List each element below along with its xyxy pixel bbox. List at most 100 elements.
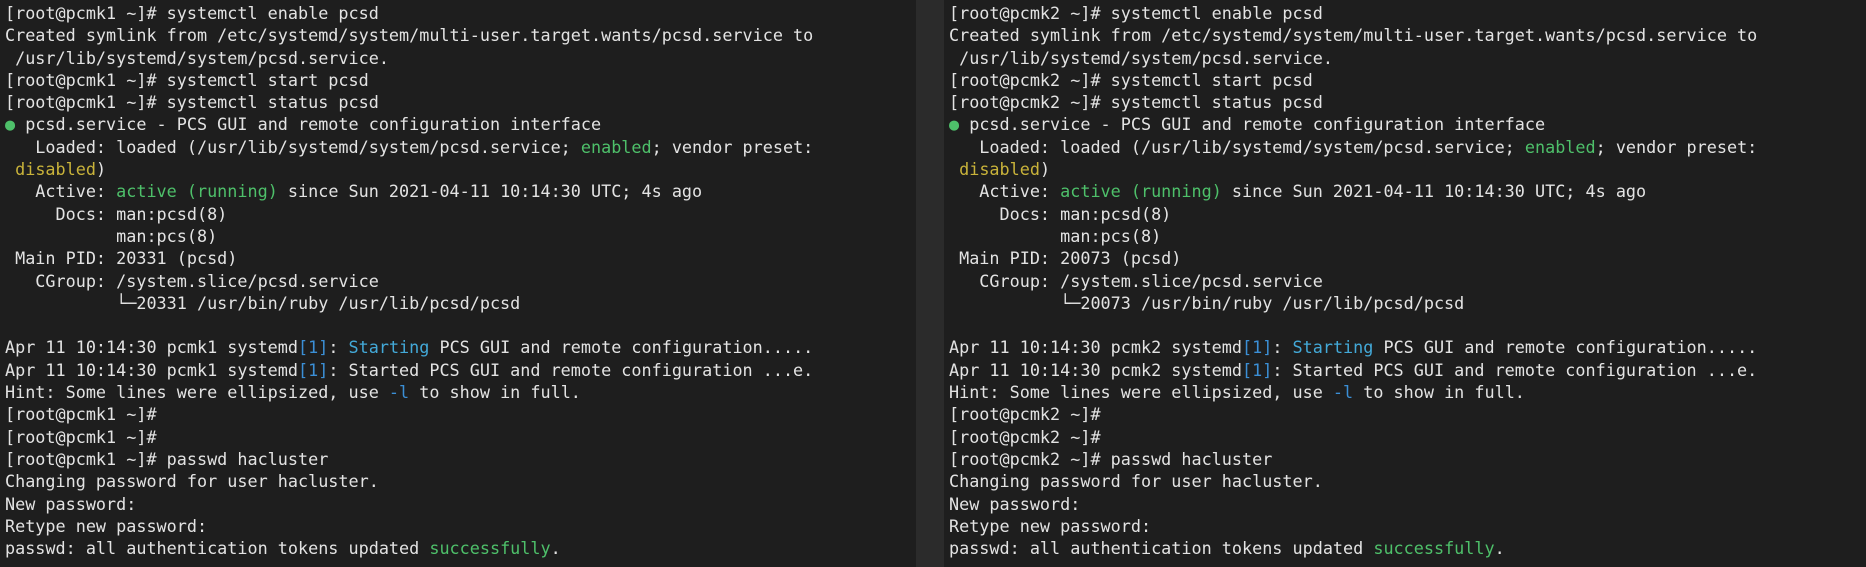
terminal-text: [root@pcmk1 ~]# — [5, 426, 157, 447]
terminal-text: active (running) — [1060, 181, 1222, 202]
terminal-text: to show in full. — [1353, 382, 1525, 403]
terminal-text: Starting — [1292, 337, 1374, 358]
terminal-line: Apr 11 10:14:30 pcmk2 systemd[1]: Starte… — [949, 359, 1866, 381]
terminal-text: CGroup: /system.slice/pcsd.service — [949, 270, 1323, 291]
terminal-pane-pcmk2[interactable]: [root@pcmk2 ~]# systemctl enable pcsd Cre… — [944, 0, 1866, 567]
terminal-text: [1] — [298, 337, 329, 358]
terminal-text: pcsd.service - PCS GUI and remote config… — [15, 114, 602, 135]
terminal-text: ) — [1039, 159, 1051, 180]
terminal-text: [root@pcmk2 ~]# systemctl status pcsd — [949, 92, 1323, 113]
terminal-line: disabled) — [949, 158, 1866, 180]
terminal-text: Apr 11 10:14:30 pcmk1 systemd — [5, 359, 298, 380]
terminal-text: active (running) — [116, 181, 278, 202]
terminal-line: /usr/lib/systemd/system/pcsd.service. — [949, 47, 1866, 69]
pane-divider — [916, 0, 944, 567]
terminal-text: New password: — [5, 493, 137, 514]
terminal-line: Apr 11 10:14:30 pcmk1 systemd[1]: Starte… — [5, 359, 916, 381]
terminal-line: [root@pcmk1 ~]# systemctl status pcsd — [5, 91, 916, 113]
terminal-line: CGroup: /system.slice/pcsd.service — [5, 270, 916, 292]
terminal-line: /usr/lib/systemd/system/pcsd.service. — [5, 47, 916, 69]
terminal-text: -l — [1332, 382, 1354, 403]
terminal-line: New password: — [949, 493, 1866, 515]
terminal-line: Docs: man:pcsd(8) — [949, 203, 1866, 225]
terminal-text: [root@pcmk1 ~]# systemctl start pcsd — [5, 69, 369, 90]
terminal-text: [root@pcmk2 ~]# systemctl start pcsd — [949, 69, 1313, 90]
terminal-text: man:pcs(8) — [949, 225, 1162, 246]
terminal-text: disabled — [959, 159, 1040, 180]
terminal-text: ) — [95, 159, 107, 180]
terminal-line: Loaded: loaded (/usr/lib/systemd/system/… — [5, 136, 916, 158]
terminal-text: Main PID: 20073 (pcsd) — [949, 248, 1182, 269]
terminal-output[interactable]: [root@pcmk2 ~]# systemctl enable pcsd Cre… — [949, 0, 1866, 559]
terminal-line: [root@pcmk2 ~]# systemctl enable pcsd — [949, 2, 1866, 24]
terminal-line: passwd: all authentication tokens update… — [5, 537, 916, 559]
terminal-line: passwd: all authentication tokens update… — [949, 537, 1866, 559]
terminal-text: Retype new password: — [949, 515, 1152, 536]
terminal-line: New password: — [5, 493, 916, 515]
terminal-text: ; vendor preset: — [651, 136, 814, 157]
terminal-line: Changing password for user hacluster. — [5, 470, 916, 492]
terminal-line: [root@pcmk2 ~]# systemctl start pcsd — [949, 69, 1866, 91]
terminal-text: Apr 11 10:14:30 pcmk1 systemd — [5, 337, 298, 358]
terminal-text: . — [1494, 538, 1505, 559]
terminal-text: [1] — [1242, 359, 1273, 380]
terminal-text: passwd: all authentication tokens update… — [949, 538, 1374, 559]
terminal-text: Retype new password: — [5, 515, 208, 536]
terminal-line: Main PID: 20073 (pcsd) — [949, 247, 1866, 269]
terminal-line: [root@pcmk1 ~]# — [5, 426, 916, 448]
terminal-text: enabled — [1524, 136, 1596, 157]
terminal-text: Docs: man:pcsd(8) — [5, 203, 228, 224]
terminal-text: [root@pcmk2 ~]# systemctl enable pcsd — [949, 3, 1323, 23]
terminal-line: └─20331 /usr/bin/ruby /usr/lib/pcsd/pcsd — [5, 292, 916, 314]
terminal-text: since Sun 2021-04-11 10:14:30 UTC; 4s ag… — [1221, 181, 1647, 202]
terminal-line: [root@pcmk1 ~]# systemctl start pcsd — [5, 69, 916, 91]
terminal-line: Created symlink from /etc/systemd/system… — [949, 24, 1866, 46]
terminal-line: Hint: Some lines were ellipsized, use -l… — [5, 381, 916, 403]
terminal-pane-pcmk1[interactable]: [root@pcmk1 ~]# systemctl enable pcsd Cre… — [0, 0, 916, 567]
terminal-text: : — [1272, 337, 1293, 358]
terminal-text: to show in full. — [409, 382, 581, 403]
terminal-text: : Started PCS GUI and remote configurati… — [328, 359, 814, 380]
terminal-text: [root@pcmk2 ~]# passwd hacluster — [949, 448, 1273, 469]
terminal-line: ● pcsd.service - PCS GUI and remote conf… — [5, 113, 916, 135]
terminal-text: Active: — [949, 181, 1061, 202]
terminal-text: enabled — [580, 136, 652, 157]
terminal-text: /usr/lib/systemd/system/pcsd.service. — [949, 47, 1333, 68]
terminal-line: ● pcsd.service - PCS GUI and remote conf… — [949, 113, 1866, 135]
terminal-text: CGroup: /system.slice/pcsd.service — [5, 270, 379, 291]
terminal-text: └─20073 /usr/bin/ruby /usr/lib/pcsd/pcsd — [949, 292, 1465, 313]
terminal-line: Active: active (running) since Sun 2021-… — [949, 180, 1866, 202]
terminal-text: [1] — [298, 359, 329, 380]
terminal-line: └─20073 /usr/bin/ruby /usr/lib/pcsd/pcsd — [949, 292, 1866, 314]
terminal-line: [root@pcmk2 ~]# — [949, 403, 1866, 425]
terminal-text: [1] — [1242, 337, 1273, 358]
terminal-line: Loaded: loaded (/usr/lib/systemd/system/… — [949, 136, 1866, 158]
terminal-text: [root@pcmk1 ~]# passwd hacluster — [5, 448, 329, 469]
terminal-text: Main PID: 20331 (pcsd) — [5, 248, 238, 269]
terminal-text: Apr 11 10:14:30 pcmk2 systemd — [949, 359, 1242, 380]
terminal-line: [root@pcmk2 ~]# — [949, 426, 1866, 448]
terminal-line: [root@pcmk2 ~]# systemctl status pcsd — [949, 91, 1866, 113]
terminal-text: Changing password for user hacluster. — [949, 471, 1323, 492]
terminal-text: since Sun 2021-04-11 10:14:30 UTC; 4s ag… — [277, 181, 703, 202]
terminal-text: Docs: man:pcsd(8) — [949, 203, 1172, 224]
terminal-text: man:pcs(8) — [5, 225, 218, 246]
terminal-line: Docs: man:pcsd(8) — [5, 203, 916, 225]
terminal-line: Main PID: 20331 (pcsd) — [5, 247, 916, 269]
terminal-text: [root@pcmk1 ~]# systemctl enable pcsd — [5, 3, 379, 23]
terminal-text: Hint: Some lines were ellipsized, use — [5, 382, 389, 403]
terminal-line: Retype new password: — [949, 515, 1866, 537]
terminal-text: -l — [388, 382, 410, 403]
terminal-text: : Started PCS GUI and remote configurati… — [1272, 359, 1758, 380]
terminal-text: Hint: Some lines were ellipsized, use — [949, 382, 1333, 403]
status-dot-icon: ● — [5, 114, 16, 135]
terminal-text: PCS GUI and remote configuration..... — [429, 337, 814, 358]
terminal-text: Starting — [348, 337, 430, 358]
terminal-text: /usr/lib/systemd/system/pcsd.service. — [5, 47, 389, 68]
terminal-output[interactable]: [root@pcmk1 ~]# systemctl enable pcsd Cre… — [5, 0, 916, 559]
terminal-text: [root@pcmk2 ~]# — [949, 404, 1101, 425]
terminal-line: Apr 11 10:14:30 pcmk2 systemd[1]: Starti… — [949, 336, 1866, 358]
